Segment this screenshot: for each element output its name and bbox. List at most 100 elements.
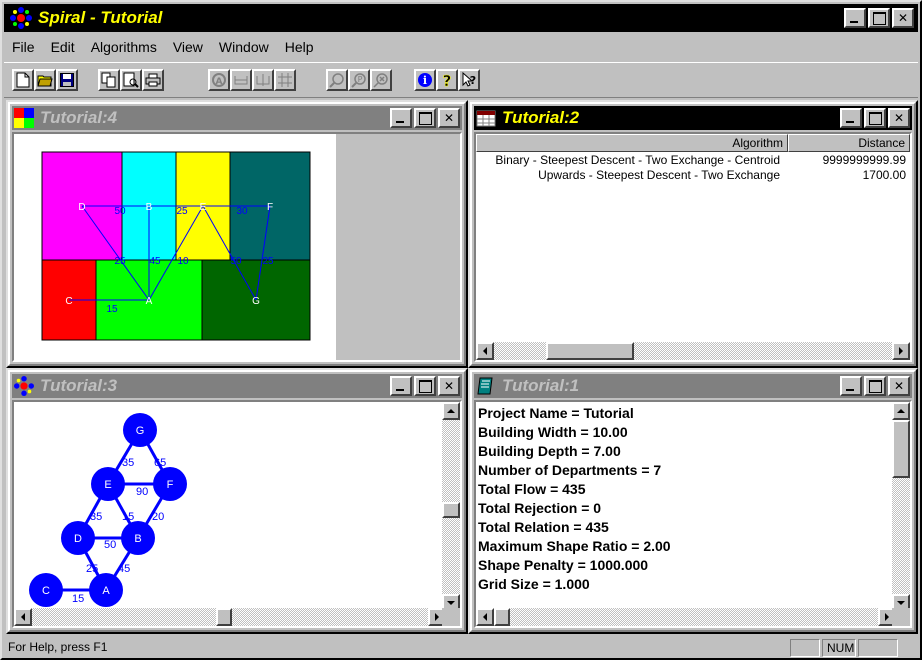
- scroll-thumb[interactable]: [442, 502, 460, 518]
- scroll-thumb[interactable]: [546, 342, 634, 360]
- table-row[interactable]: Binary - Steepest Descent - Two Exchange…: [476, 153, 910, 168]
- zoom-out-icon[interactable]: P: [348, 69, 370, 91]
- edge-label: 20: [152, 511, 164, 523]
- edge-label: 15: [122, 511, 134, 523]
- scroll-right-button[interactable]: [892, 342, 910, 360]
- notebook-icon: [477, 377, 493, 395]
- application-window: Spiral - Tutorial ✕ File Edit Algorithms…: [0, 0, 922, 660]
- report-window[interactable]: Tutorial:1 ✕ Project Name = Tutorial Bui…: [468, 368, 918, 634]
- edge-label: 15: [72, 593, 84, 605]
- results-header: Algorithm Distance: [476, 134, 910, 152]
- help-icon[interactable]: ?: [436, 69, 458, 91]
- report-hscrollbar[interactable]: [476, 608, 896, 626]
- layout-window[interactable]: Tutorial:4 ✕ D B E F C A G 50 25 30 25 4…: [6, 100, 468, 368]
- scroll-thumb[interactable]: [892, 420, 910, 478]
- layout-maximize-button[interactable]: [414, 108, 436, 128]
- report-close-button[interactable]: ✕: [888, 376, 910, 396]
- print-icon[interactable]: [142, 69, 164, 91]
- edge-label: 65: [154, 457, 166, 469]
- save-icon[interactable]: [56, 69, 78, 91]
- open-icon[interactable]: [34, 69, 56, 91]
- size-grip[interactable]: [442, 608, 460, 626]
- report-line: Project Name = Tutorial: [478, 405, 634, 421]
- crossing-icon[interactable]: [252, 69, 274, 91]
- scroll-left-button[interactable]: [476, 608, 494, 626]
- edge-label: 50: [104, 539, 116, 551]
- minimize-button[interactable]: [844, 8, 866, 28]
- print-preview-icon[interactable]: [120, 69, 142, 91]
- scroll-left-button[interactable]: [14, 608, 32, 626]
- report-line: Grid Size = 1.000: [478, 576, 590, 592]
- maximize-button[interactable]: [868, 8, 890, 28]
- flat-icon[interactable]: [230, 69, 252, 91]
- info-icon[interactable]: i: [414, 69, 436, 91]
- menu-view[interactable]: View: [165, 39, 211, 55]
- grid-icon[interactable]: [274, 69, 296, 91]
- report-title-bar[interactable]: Tutorial:1 ✕: [474, 374, 912, 398]
- graph-hscrollbar[interactable]: [14, 608, 446, 626]
- report-vscrollbar[interactable]: [892, 402, 910, 612]
- edge-label: 50: [230, 256, 242, 267]
- menu-help[interactable]: Help: [277, 39, 322, 55]
- scroll-left-button[interactable]: [476, 342, 494, 360]
- toolbar: A P i ? ?: [4, 62, 918, 98]
- report-window-title: Tutorial:1: [502, 376, 580, 395]
- graph-vscrollbar[interactable]: [442, 402, 460, 612]
- layout-client: D B E F C A G 50 25 30 25 45 10 50 25 15: [12, 132, 462, 362]
- node-label: D: [74, 533, 82, 545]
- table-row[interactable]: Upwards - Steepest Descent - Two Exchang…: [476, 168, 910, 183]
- graph-window[interactable]: Tutorial:3 ✕ G E F D B C A 35 65 90 35 1…: [6, 368, 468, 634]
- dept-label: E: [200, 202, 207, 213]
- edge-label: 50: [114, 206, 126, 217]
- column-header-distance[interactable]: Distance: [788, 134, 910, 152]
- scroll-thumb[interactable]: [494, 608, 510, 626]
- results-title-bar[interactable]: Tutorial:2 ✕: [474, 106, 912, 130]
- menu-window[interactable]: Window: [211, 39, 277, 55]
- results-window[interactable]: Tutorial:2 ✕ Algorithm Distance Binary -…: [468, 100, 918, 368]
- graph-maximize-button[interactable]: [414, 376, 436, 396]
- report-line: Total Rejection = 0: [478, 500, 602, 516]
- results-hscrollbar[interactable]: [476, 342, 910, 360]
- layout-title-bar[interactable]: Tutorial:4 ✕: [12, 106, 462, 130]
- results-minimize-button[interactable]: [840, 108, 862, 128]
- cell-algorithm: Binary - Steepest Descent - Two Exchange…: [495, 153, 780, 167]
- layout-window-title: Tutorial:4: [40, 108, 118, 127]
- close-button[interactable]: ✕: [892, 8, 914, 28]
- context-help-icon[interactable]: ?: [458, 69, 480, 91]
- results-maximize-button[interactable]: [864, 108, 886, 128]
- report-line: Shape Penalty = 1000.000: [478, 557, 649, 573]
- layout-minimize-button[interactable]: [390, 108, 412, 128]
- graph-close-button[interactable]: ✕: [438, 376, 460, 396]
- copy-icon[interactable]: [98, 69, 120, 91]
- graph-title-bar[interactable]: Tutorial:3 ✕: [12, 374, 462, 398]
- menu-file[interactable]: File: [4, 39, 43, 55]
- column-header-algorithm[interactable]: Algorithm: [476, 134, 788, 152]
- edge-label: 25: [86, 563, 98, 575]
- results-list[interactable]: Algorithm Distance Binary - Steepest Des…: [474, 132, 912, 362]
- node-label: E: [104, 479, 111, 491]
- menu-algorithms[interactable]: Algorithms: [83, 39, 165, 55]
- new-icon[interactable]: [12, 69, 34, 91]
- scroll-up-button[interactable]: [442, 402, 460, 420]
- graph-minimize-button[interactable]: [390, 376, 412, 396]
- report-line: Building Width = 10.00: [478, 424, 628, 440]
- a-icon[interactable]: A: [208, 69, 230, 91]
- edge-label: 35: [90, 511, 102, 523]
- report-line: Total Relation = 435: [478, 519, 609, 535]
- main-title-bar[interactable]: Spiral - Tutorial ✕: [4, 4, 918, 32]
- layout-canvas[interactable]: D B E F C A G 50 25 30 25 45 10 50 25 15: [14, 134, 336, 360]
- scroll-up-button[interactable]: [892, 402, 910, 420]
- size-grip[interactable]: [892, 608, 910, 626]
- report-maximize-button[interactable]: [864, 376, 886, 396]
- results-close-button[interactable]: ✕: [888, 108, 910, 128]
- report-minimize-button[interactable]: [840, 376, 862, 396]
- edge-label: 90: [136, 486, 148, 498]
- layout-close-button[interactable]: ✕: [438, 108, 460, 128]
- svg-text:P: P: [358, 75, 363, 84]
- zoom-in-icon[interactable]: [326, 69, 348, 91]
- graph-canvas[interactable]: G E F D B C A 35 65 90 35 15 20 50 25 45…: [14, 402, 434, 610]
- menu-edit[interactable]: Edit: [43, 39, 83, 55]
- report-client[interactable]: Project Name = Tutorial Building Width =…: [474, 400, 912, 628]
- scroll-thumb[interactable]: [216, 608, 232, 626]
- zoom-reset-icon[interactable]: [370, 69, 392, 91]
